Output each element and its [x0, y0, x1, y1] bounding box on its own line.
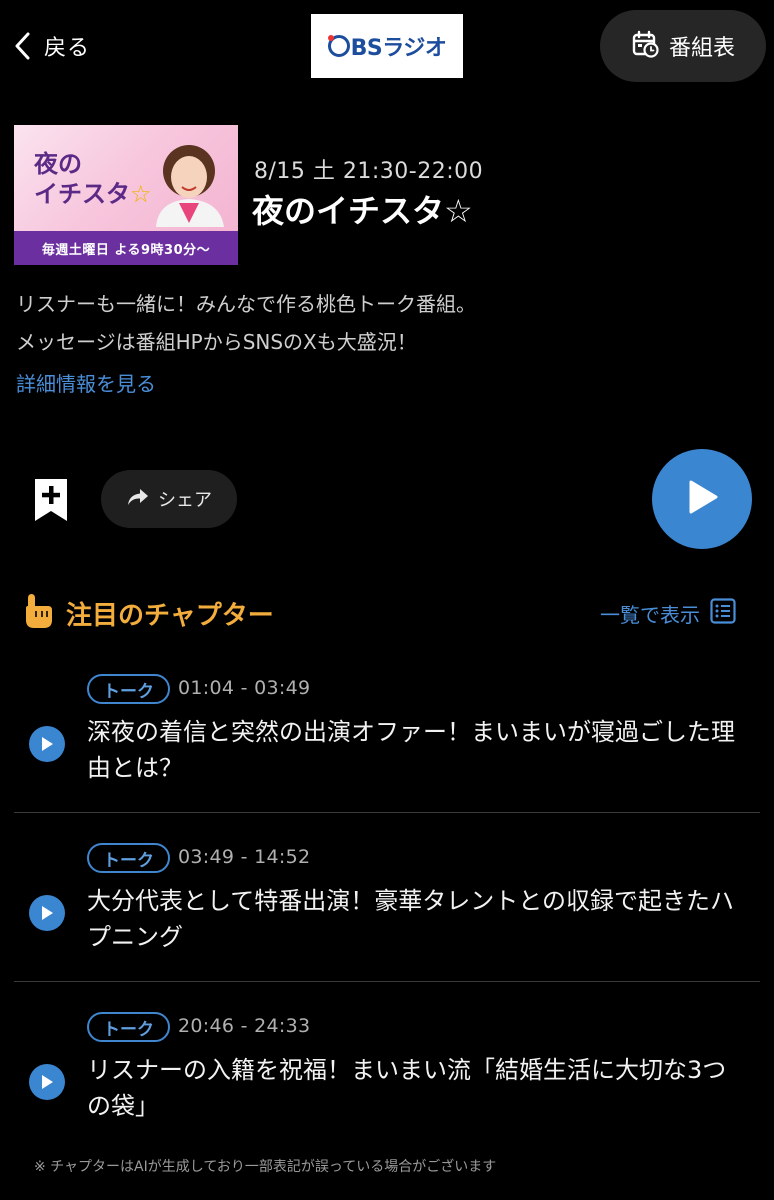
back-label: 戻る [44, 36, 91, 61]
bookmark-plus-icon [30, 479, 72, 528]
chapter-tag: トーク [87, 843, 170, 873]
chapter-time-range: 01:04 - 03:49 [178, 677, 311, 699]
station-logo-wordmark: BSラジオ [327, 30, 447, 62]
chapter-time-range: 03:49 - 14:52 [178, 846, 311, 868]
share-arrow-icon [126, 487, 150, 511]
air-time: 8/15 土 21:30-22:00 [254, 159, 484, 184]
play-icon [42, 906, 53, 920]
divider [14, 812, 760, 813]
chapter-tag: トーク [87, 1012, 170, 1042]
chapter-title: 大分代表として特番出演！豪華タレントとの収録で起きたハプニング [87, 887, 735, 951]
list-icon [710, 598, 736, 628]
chapter-tag: トーク [87, 674, 170, 704]
play-icon [685, 479, 719, 519]
pointing-hand-icon [22, 592, 56, 634]
program-thumbnail: 夜の イチスタ☆ 毎週土曜日 よる9時30分～ [14, 125, 238, 265]
chapter-title: 深夜の着信と突然の出演オファー！まいまいが寝過ごした理由とは？ [87, 718, 735, 782]
station-logo: BSラジオ [311, 14, 463, 78]
chapters-heading-title: 注目のチャプター [66, 600, 274, 631]
play-button[interactable] [652, 449, 752, 549]
chapter-play-button[interactable] [29, 726, 65, 762]
play-icon [42, 1075, 53, 1089]
description-line: リスナーも一緒に！みんなで作る桃色トーク番組。 [16, 292, 476, 316]
chapter-play-button[interactable] [29, 895, 65, 931]
program-title: 夜のイチスタ☆ [252, 192, 473, 230]
schedule-label: 番組表 [668, 36, 735, 61]
thumbnail-banner: 毎週土曜日 よる9時30分～ [14, 231, 238, 265]
details-link[interactable]: 詳細情報を見る [16, 368, 156, 397]
chapter-item[interactable]: トーク 01:04 - 03:49 深夜の着信と突然の出演オファー！まいまいが寝… [14, 660, 760, 828]
divider [14, 981, 760, 982]
chapter-title: リスナーの入籍を祝福！まいまい流「結婚生活に大切な3つの袋」 [87, 1056, 727, 1120]
chapters-heading: 注目のチャプター [22, 592, 274, 634]
host-photo [146, 131, 232, 235]
back-button[interactable]: 戻る [14, 22, 90, 70]
chevron-left-icon [14, 32, 30, 60]
chapter-item[interactable]: トーク 03:49 - 14:52 大分代表として特番出演！豪華タレントとの収録… [14, 829, 760, 997]
program-description: リスナーも一緒に！みんなで作る桃色トーク番組。 メッセージは番組HPからSNSの… [16, 285, 756, 361]
schedule-button[interactable]: 番組表 [600, 10, 766, 82]
chapter-time-range: 20:46 - 24:33 [178, 1015, 311, 1037]
share-button[interactable]: シェア [101, 470, 237, 528]
chapter-play-button[interactable] [29, 1064, 65, 1100]
play-icon [42, 737, 53, 751]
calendar-clock-icon [631, 30, 659, 62]
ai-disclaimer: ※ チャプターはAIが生成しており一部表記が誤っている場合がございます [34, 1159, 497, 1175]
share-label: シェア [158, 490, 212, 511]
chapter-item[interactable]: トーク 20:46 - 24:33 リスナーの入籍を祝福！まいまい流「結婚生活に… [14, 998, 760, 1166]
thumbnail-title: 夜の イチスタ☆ [34, 150, 152, 208]
list-view-button[interactable]: 一覧で表示 [600, 598, 736, 628]
bookmark-button[interactable] [30, 476, 72, 524]
description-line: メッセージは番組HPからSNSのXも大盛況！ [16, 330, 417, 354]
logo-o-mark [327, 35, 350, 57]
list-view-label: 一覧で表示 [600, 602, 700, 627]
